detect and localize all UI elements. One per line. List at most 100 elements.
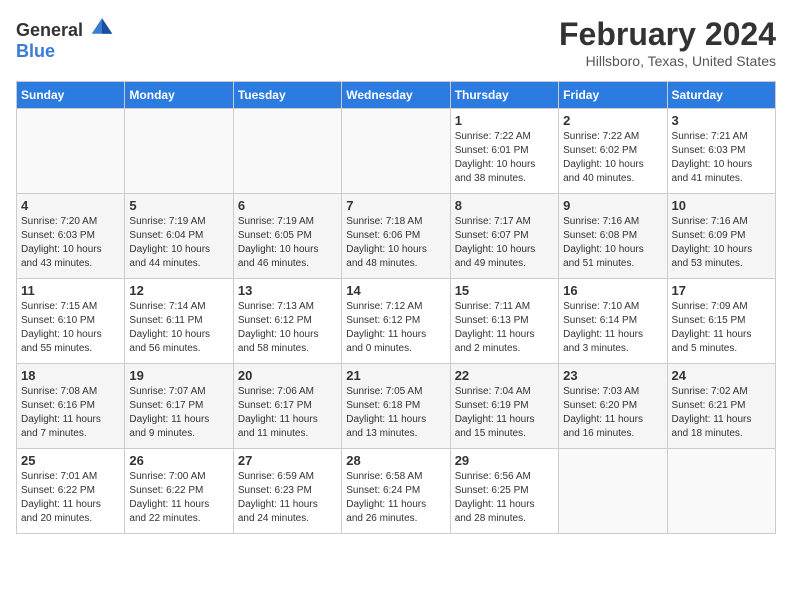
day-number: 15 <box>455 283 554 298</box>
calendar-table: SundayMondayTuesdayWednesdayThursdayFrid… <box>16 81 776 534</box>
day-info: Sunrise: 7:00 AMSunset: 6:22 PMDaylight:… <box>129 470 228 526</box>
day-cell: 17Sunrise: 7:09 AMSunset: 6:15 PMDayligh… <box>667 279 775 364</box>
day-cell: 5 Sunrise: 7:19 AMSunset: 6:04 PMDaylight… <box>125 194 233 279</box>
day-cell: 12 Sunrise: 7:14 AMSunset: 6:11 PMDayligh… <box>125 279 233 364</box>
day-info: Sunrise: 7:15 AMSunset: 6:10 PMDaylight:… <box>21 300 120 356</box>
day-info: Sunrise: 7:02 AMSunset: 6:21 PMDaylight:… <box>672 385 771 441</box>
day-number: 14 <box>346 283 445 298</box>
day-info: Sunrise: 7:08 AMSunset: 6:16 PMDaylight:… <box>21 385 120 441</box>
day-cell: 16 Sunrise: 7:10 AMSunset: 6:14 PMDayligh… <box>559 279 667 364</box>
week-row-1: 4 Sunrise: 7:20 AMSunset: 6:03 PMDaylight… <box>17 194 776 279</box>
day-number: 7 <box>346 198 445 213</box>
header-tuesday: Tuesday <box>233 82 341 109</box>
day-info: Sunrise: 7:03 AMSunset: 6:20 PMDaylight:… <box>563 385 662 441</box>
day-cell: 3 Sunrise: 7:21 AMSunset: 6:03 PMDaylight… <box>667 109 775 194</box>
day-number: 11 <box>21 283 120 298</box>
header-thursday: Thursday <box>450 82 558 109</box>
day-info: Sunrise: 6:58 AMSunset: 6:24 PMDaylight:… <box>346 470 445 526</box>
day-cell <box>559 449 667 534</box>
day-number: 4 <box>21 198 120 213</box>
day-cell: 23 Sunrise: 7:03 AMSunset: 6:20 PMDayligh… <box>559 364 667 449</box>
day-info: Sunrise: 7:18 AMSunset: 6:06 PMDaylight:… <box>346 215 445 271</box>
day-number: 21 <box>346 368 445 383</box>
page-header: General Blue February 2024 Hillsboro, Te… <box>16 16 776 69</box>
day-info: Sunrise: 7:16 AMSunset: 6:08 PMDaylight:… <box>563 215 662 271</box>
logo-text: General Blue <box>16 16 114 62</box>
week-row-3: 18Sunrise: 7:08 AMSunset: 6:16 PMDayligh… <box>17 364 776 449</box>
header-saturday: Saturday <box>667 82 775 109</box>
day-cell <box>233 109 341 194</box>
week-row-0: 1 Sunrise: 7:22 AMSunset: 6:01 PMDaylight… <box>17 109 776 194</box>
day-info: Sunrise: 7:13 AMSunset: 6:12 PMDaylight:… <box>238 300 337 356</box>
day-number: 10 <box>672 198 771 213</box>
day-cell: 15 Sunrise: 7:11 AMSunset: 6:13 PMDayligh… <box>450 279 558 364</box>
day-info: Sunrise: 7:04 AMSunset: 6:19 PMDaylight:… <box>455 385 554 441</box>
day-info: Sunrise: 7:10 AMSunset: 6:14 PMDaylight:… <box>563 300 662 356</box>
day-number: 13 <box>238 283 337 298</box>
day-number: 16 <box>563 283 662 298</box>
day-cell: 24 Sunrise: 7:02 AMSunset: 6:21 PMDayligh… <box>667 364 775 449</box>
day-number: 9 <box>563 198 662 213</box>
day-info: Sunrise: 6:56 AMSunset: 6:25 PMDaylight:… <box>455 470 554 526</box>
day-info: Sunrise: 7:21 AMSunset: 6:03 PMDaylight:… <box>672 130 771 186</box>
day-cell: 11 Sunrise: 7:15 AMSunset: 6:10 PMDayligh… <box>17 279 125 364</box>
day-info: Sunrise: 7:07 AMSunset: 6:17 PMDaylight:… <box>129 385 228 441</box>
day-number: 20 <box>238 368 337 383</box>
day-cell: 22 Sunrise: 7:04 AMSunset: 6:19 PMDayligh… <box>450 364 558 449</box>
day-cell: 13 Sunrise: 7:13 AMSunset: 6:12 PMDayligh… <box>233 279 341 364</box>
day-cell: 14 Sunrise: 7:12 AMSunset: 6:12 PMDayligh… <box>342 279 450 364</box>
day-number: 2 <box>563 113 662 128</box>
header-row: SundayMondayTuesdayWednesdayThursdayFrid… <box>17 82 776 109</box>
day-info: Sunrise: 7:09 AMSunset: 6:15 PMDaylight:… <box>672 300 771 356</box>
day-number: 26 <box>129 453 228 468</box>
day-cell: 20 Sunrise: 7:06 AMSunset: 6:17 PMDayligh… <box>233 364 341 449</box>
day-info: Sunrise: 7:20 AMSunset: 6:03 PMDaylight:… <box>21 215 120 271</box>
title-location: Hillsboro, Texas, United States <box>559 53 776 69</box>
day-number: 25 <box>21 453 120 468</box>
title-month: February 2024 <box>559 16 776 53</box>
day-info: Sunrise: 7:19 AMSunset: 6:05 PMDaylight:… <box>238 215 337 271</box>
logo-blue: Blue <box>16 41 55 61</box>
day-info: Sunrise: 7:01 AMSunset: 6:22 PMDaylight:… <box>21 470 120 526</box>
day-cell: 27Sunrise: 6:59 AMSunset: 6:23 PMDayligh… <box>233 449 341 534</box>
day-number: 19 <box>129 368 228 383</box>
day-number: 29 <box>455 453 554 468</box>
day-cell: 1 Sunrise: 7:22 AMSunset: 6:01 PMDaylight… <box>450 109 558 194</box>
day-number: 12 <box>129 283 228 298</box>
day-number: 23 <box>563 368 662 383</box>
week-row-4: 25 Sunrise: 7:01 AMSunset: 6:22 PMDayligh… <box>17 449 776 534</box>
header-wednesday: Wednesday <box>342 82 450 109</box>
day-cell <box>125 109 233 194</box>
day-cell: 21 Sunrise: 7:05 AMSunset: 6:18 PMDayligh… <box>342 364 450 449</box>
header-sunday: Sunday <box>17 82 125 109</box>
day-cell: 25 Sunrise: 7:01 AMSunset: 6:22 PMDayligh… <box>17 449 125 534</box>
day-cell: 18Sunrise: 7:08 AMSunset: 6:16 PMDayligh… <box>17 364 125 449</box>
day-cell: 4 Sunrise: 7:20 AMSunset: 6:03 PMDaylight… <box>17 194 125 279</box>
day-info: Sunrise: 7:14 AMSunset: 6:11 PMDaylight:… <box>129 300 228 356</box>
header-monday: Monday <box>125 82 233 109</box>
day-cell: 6 Sunrise: 7:19 AMSunset: 6:05 PMDaylight… <box>233 194 341 279</box>
day-info: Sunrise: 7:05 AMSunset: 6:18 PMDaylight:… <box>346 385 445 441</box>
day-info: Sunrise: 7:22 AMSunset: 6:01 PMDaylight:… <box>455 130 554 186</box>
day-info: Sunrise: 7:16 AMSunset: 6:09 PMDaylight:… <box>672 215 771 271</box>
day-cell: 9 Sunrise: 7:16 AMSunset: 6:08 PMDaylight… <box>559 194 667 279</box>
day-cell: 29 Sunrise: 6:56 AMSunset: 6:25 PMDayligh… <box>450 449 558 534</box>
day-info: Sunrise: 7:19 AMSunset: 6:04 PMDaylight:… <box>129 215 228 271</box>
day-number: 1 <box>455 113 554 128</box>
day-cell: 2 Sunrise: 7:22 AMSunset: 6:02 PMDaylight… <box>559 109 667 194</box>
day-number: 22 <box>455 368 554 383</box>
day-info: Sunrise: 7:11 AMSunset: 6:13 PMDaylight:… <box>455 300 554 356</box>
day-info: Sunrise: 7:06 AMSunset: 6:17 PMDaylight:… <box>238 385 337 441</box>
day-number: 24 <box>672 368 771 383</box>
day-cell <box>342 109 450 194</box>
day-number: 5 <box>129 198 228 213</box>
day-info: Sunrise: 7:22 AMSunset: 6:02 PMDaylight:… <box>563 130 662 186</box>
day-info: Sunrise: 7:12 AMSunset: 6:12 PMDaylight:… <box>346 300 445 356</box>
day-number: 28 <box>346 453 445 468</box>
day-number: 6 <box>238 198 337 213</box>
day-number: 3 <box>672 113 771 128</box>
logo: General Blue <box>16 16 114 62</box>
day-cell: 19 Sunrise: 7:07 AMSunset: 6:17 PMDayligh… <box>125 364 233 449</box>
day-cell: 8Sunrise: 7:17 AMSunset: 6:07 PMDaylight… <box>450 194 558 279</box>
day-info: Sunrise: 6:59 AMSunset: 6:23 PMDaylight:… <box>238 470 337 526</box>
